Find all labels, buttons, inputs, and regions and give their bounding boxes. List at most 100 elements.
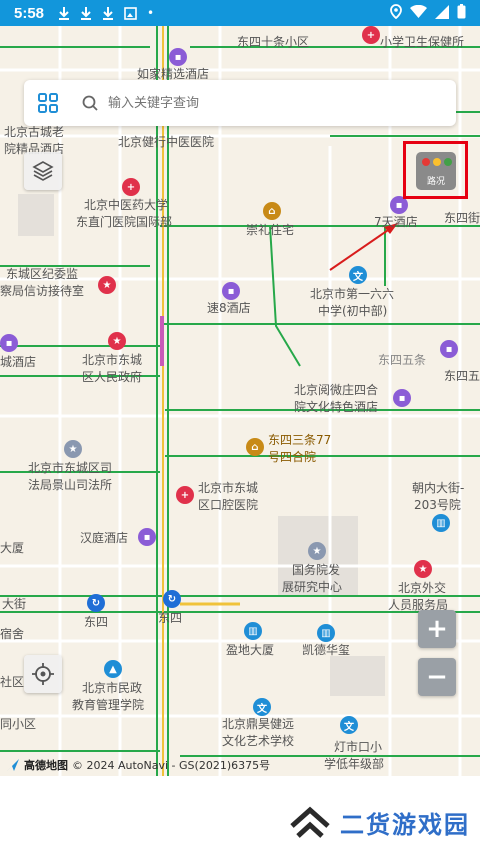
map-label: 凯德华玺 <box>302 643 351 657</box>
map-label: 北京市东城 <box>82 353 143 367</box>
map-label: 盈地大厦 <box>226 643 275 657</box>
map-label: 北京中医药大学 <box>84 198 169 212</box>
layers-icon <box>32 161 54 181</box>
battery-icon <box>457 4 466 19</box>
map-label: 东四三条77 <box>268 433 332 447</box>
map-label: 东四 <box>84 615 109 629</box>
subway-icon[interactable]: ↻ <box>163 590 181 608</box>
hotel-icon[interactable]: ▪ <box>138 528 156 546</box>
locate-icon <box>32 663 54 685</box>
status-bar: 5:58 • <box>0 0 480 26</box>
map-label: 同小区 <box>0 717 37 731</box>
map-label: 崇礼住宅 <box>246 223 295 237</box>
watermark: 二货游戏园 <box>288 804 470 840</box>
map-label: 小学卫生保健所 <box>380 35 465 49</box>
apps-grid-icon[interactable] <box>38 93 58 113</box>
map-label: 大厦 <box>0 541 25 555</box>
map-label: 汉庭酒店 <box>80 531 129 545</box>
amap-logo-icon <box>7 759 19 771</box>
map-label: 教育管理学院 <box>72 698 145 712</box>
map-label: 东直门医院国际部 <box>76 215 173 229</box>
hotel-icon[interactable]: ▪ <box>222 282 240 300</box>
map-view[interactable]: ▪ + + ⌂ ▪ ★ ▪ 文 ★ ▪ ▪ ▪ ⌂ ★ + ▥ ▪ ★ ★ ↻ … <box>0 26 480 776</box>
school-icon[interactable]: 文 <box>349 266 367 284</box>
map-label: 文化艺术学校 <box>222 734 295 748</box>
map-label: 7天酒店 <box>374 215 418 229</box>
signal-icon <box>435 4 449 19</box>
map-label: 203号院 <box>414 498 461 512</box>
map-label: 灯市口小 <box>334 740 383 754</box>
download-icon <box>103 7 114 20</box>
map-label: 区口腔医院 <box>198 498 259 512</box>
hotel-icon[interactable]: ▪ <box>393 389 411 407</box>
map-label: 北京市第一六六 <box>310 287 395 301</box>
map-label: 东四五条 <box>378 353 427 367</box>
map-label: 法局景山司法所 <box>28 478 113 492</box>
landmark-icon[interactable]: ⌂ <box>263 202 281 220</box>
hospital-icon[interactable]: + <box>122 178 140 196</box>
government-icon[interactable]: ★ <box>64 440 82 458</box>
map-label: 北京古城老 <box>4 125 65 139</box>
map-label: 朝内大街- <box>412 481 465 495</box>
building-icon[interactable]: ▥ <box>317 624 335 642</box>
map-label: 国务院发 <box>292 563 341 577</box>
map-label: 中学(初中部) <box>318 304 388 318</box>
map-label: 察局信访接待室 <box>0 284 85 298</box>
map-label: 北京外交 <box>398 581 447 595</box>
map-label: 速8酒店 <box>207 301 251 315</box>
notification-dot: • <box>147 6 155 20</box>
copyright-text: © 2024 AutoNavi - GS(2021)6375号 <box>72 759 271 772</box>
search-icon <box>82 95 98 111</box>
government-icon[interactable]: ★ <box>414 560 432 578</box>
map-label: 北京健行中医医院 <box>118 135 215 149</box>
map-label: 北京市东城 <box>198 481 259 495</box>
map-label: 东四街 <box>444 211 480 225</box>
download-icon <box>81 7 92 20</box>
watermark-logo-icon <box>290 806 330 838</box>
location-icon <box>390 4 402 19</box>
map-label: 展研究中心 <box>282 580 343 594</box>
map-label: 北京阅微庄四合 <box>294 383 379 397</box>
map-label: 社区 <box>0 675 25 689</box>
building-icon[interactable]: ▥ <box>244 622 262 640</box>
search-bar[interactable] <box>24 80 456 126</box>
hospital-icon[interactable]: + <box>176 486 194 504</box>
government-icon[interactable]: ★ <box>108 332 126 350</box>
map-label: 北京市民政 <box>82 681 143 695</box>
locate-button[interactable] <box>24 655 62 693</box>
subway-icon[interactable]: ↻ <box>87 594 105 612</box>
school-icon[interactable]: 文 <box>340 716 358 734</box>
map-label: 宿舍 <box>0 627 25 641</box>
map-label: 东四五 <box>444 369 480 383</box>
government-icon[interactable]: ★ <box>308 542 326 560</box>
zoom-in-button[interactable]: + <box>418 610 456 648</box>
map-label: 区人民政府 <box>82 370 143 384</box>
map-label: 北京市东城区司 <box>28 461 113 475</box>
traffic-toggle-button[interactable]: 路况 <box>403 141 468 199</box>
school-icon[interactable]: ▲ <box>104 660 122 678</box>
zoom-out-button[interactable]: − <box>418 658 456 696</box>
search-input[interactable] <box>106 94 410 112</box>
map-label: 东城区纪委监 <box>6 267 79 281</box>
map-label: 院文化特色酒店 <box>294 400 379 414</box>
map-attribution: 高德地图 © 2024 AutoNavi - GS(2021)6375号 <box>6 757 270 773</box>
traffic-light-icon <box>422 158 452 166</box>
map-label: 城酒店 <box>0 355 37 369</box>
map-label: 号四合院 <box>268 450 317 464</box>
hotel-icon[interactable]: ▪ <box>440 340 458 358</box>
landmark-icon[interactable]: ⌂ <box>246 438 264 456</box>
minus-icon: − <box>426 662 448 692</box>
hospital-icon[interactable]: + <box>362 26 380 44</box>
layers-button[interactable] <box>24 152 62 190</box>
school-icon[interactable]: 文 <box>253 698 271 716</box>
map-label: 东四十条小区 <box>237 35 310 49</box>
download-icon <box>59 7 70 20</box>
hotel-icon[interactable]: ▪ <box>169 48 187 66</box>
plus-icon: + <box>426 614 448 644</box>
amap-logo-text: 高德地图 <box>24 759 68 772</box>
status-time: 5:58 <box>14 4 45 22</box>
government-icon[interactable]: ★ <box>98 276 116 294</box>
hotel-icon[interactable]: ▪ <box>0 334 18 352</box>
building-icon[interactable]: ▥ <box>432 514 450 532</box>
map-label: 学低年级部 <box>324 757 385 771</box>
